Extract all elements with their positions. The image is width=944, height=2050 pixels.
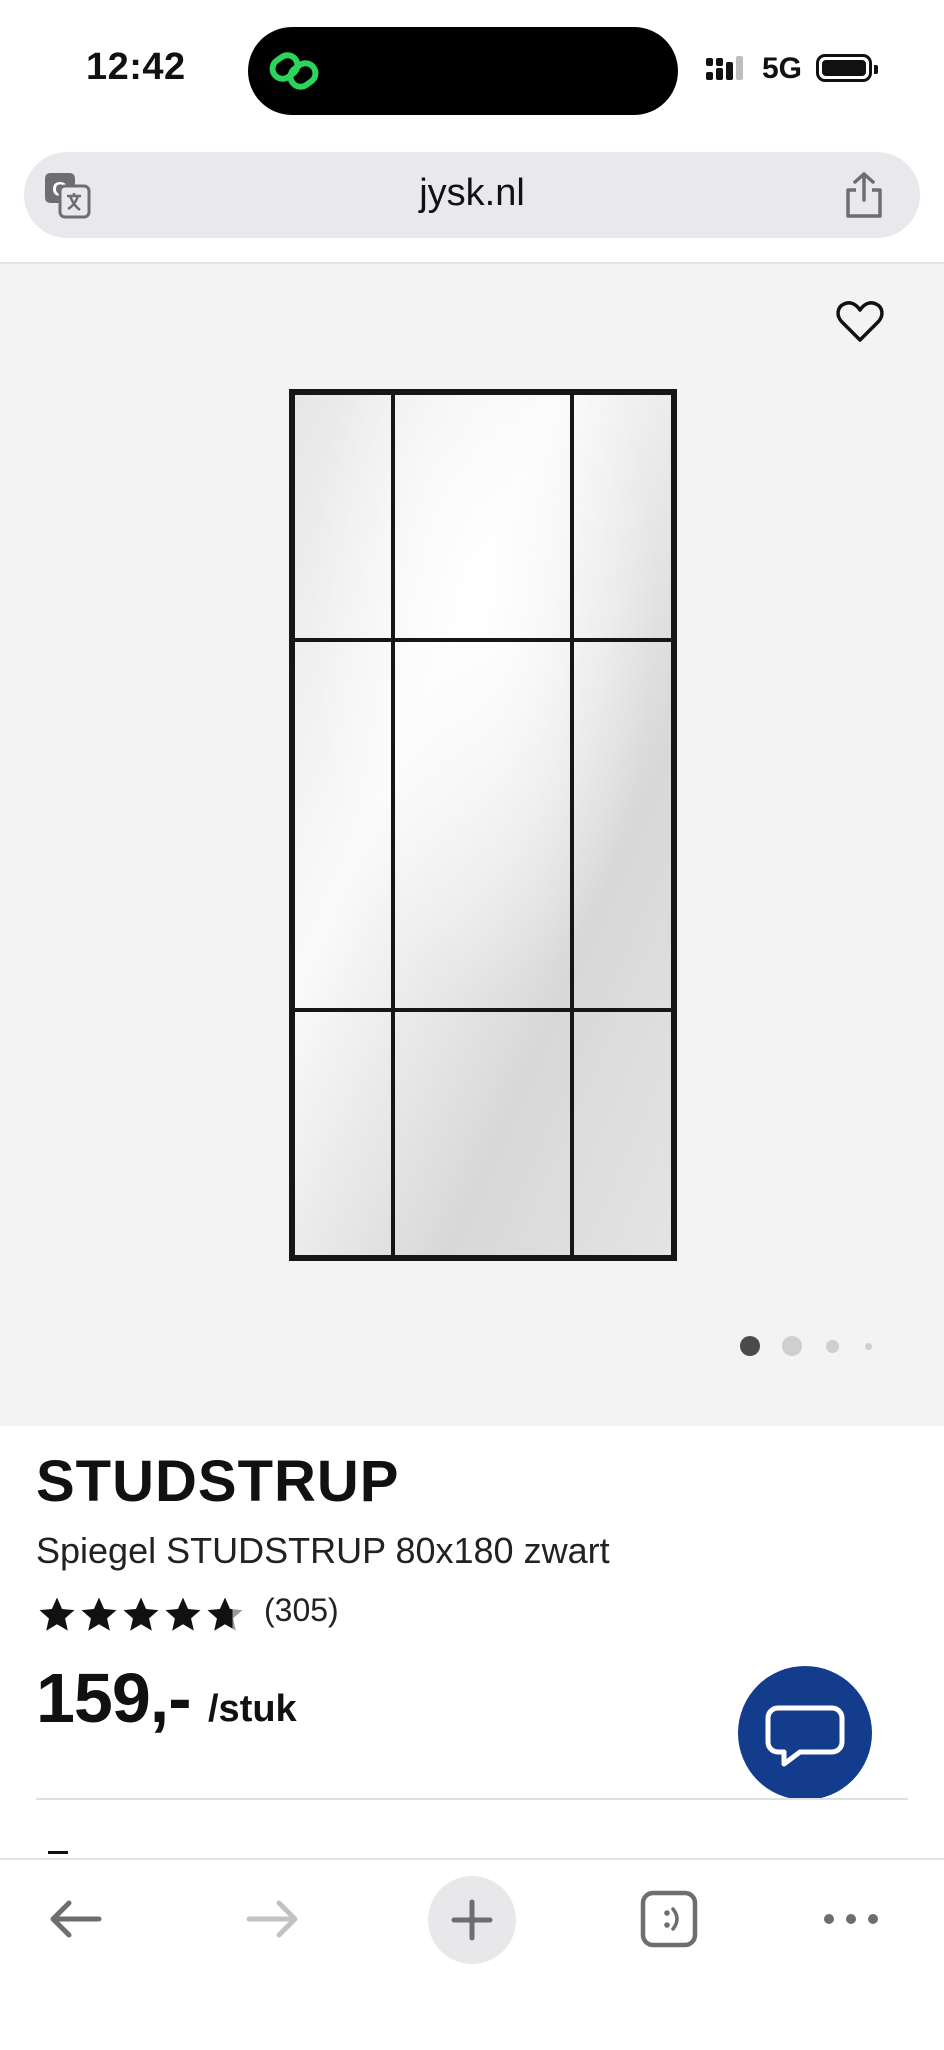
network-type: 5G (762, 52, 803, 85)
new-tab-button[interactable] (428, 1876, 516, 1964)
star-half-icon (207, 1597, 243, 1631)
section-divider (36, 1798, 908, 1800)
link-icon (269, 52, 319, 90)
product-price: 159,- (36, 1659, 192, 1737)
pagination-dot[interactable] (782, 1336, 802, 1356)
battery-icon (816, 54, 878, 82)
price-unit: /stuk (208, 1688, 297, 1730)
signal-icon (706, 56, 743, 80)
star-icon (165, 1597, 201, 1631)
tabs-button[interactable] (624, 1874, 714, 1964)
product-name: Spiegel STUDSTRUP 80x180 zwart (36, 1530, 610, 1571)
arrow-left-icon (50, 1900, 102, 1938)
pagination-dot[interactable] (865, 1343, 872, 1350)
status-time: 12:42 (86, 46, 186, 88)
plus-icon (451, 1899, 493, 1941)
pagination-dot-active[interactable] (740, 1336, 760, 1356)
product-gallery[interactable] (0, 264, 944, 1426)
forward-button[interactable] (228, 1874, 318, 1964)
heart-icon[interactable] (834, 296, 886, 348)
rating-stars[interactable] (36, 1594, 246, 1638)
share-icon[interactable] (842, 170, 886, 220)
chat-bubble-icon (765, 1705, 845, 1767)
star-icon (123, 1597, 159, 1631)
product-brand: STUDSTRUP (36, 1449, 400, 1514)
more-button[interactable] (806, 1874, 896, 1964)
address-bar[interactable]: G jysk.nl (24, 152, 920, 238)
status-bar: 12:42 5G (0, 0, 944, 140)
arrow-right-icon (246, 1900, 298, 1938)
more-icon (824, 1914, 878, 1924)
chat-button[interactable] (738, 1666, 872, 1800)
star-icon (81, 1597, 117, 1631)
tabs-icon (640, 1890, 698, 1948)
product-image-mirror[interactable] (288, 388, 678, 1262)
gallery-pagination[interactable] (0, 1334, 944, 1358)
review-count[interactable]: (305) (264, 1592, 339, 1629)
pagination-dot[interactable] (826, 1340, 839, 1353)
star-icon (39, 1597, 75, 1631)
url-text[interactable]: jysk.nl (24, 172, 920, 215)
dynamic-island[interactable] (248, 27, 678, 115)
back-button[interactable] (30, 1874, 120, 1964)
browser-toolbar (0, 1858, 944, 2050)
